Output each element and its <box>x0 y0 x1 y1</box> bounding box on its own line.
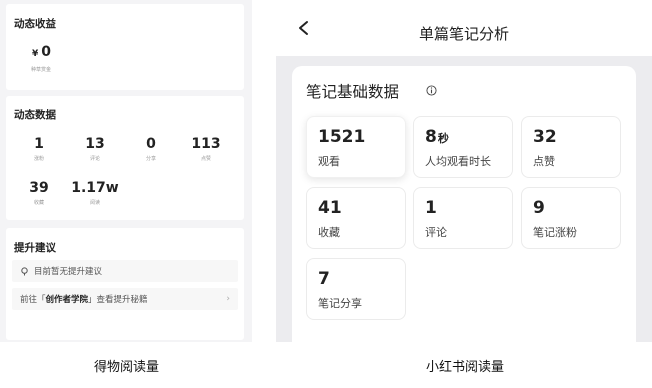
suggestion-tip-row: 目前暂无提升建议 <box>12 260 238 282</box>
left-caption: 得物阅读量 <box>94 360 160 375</box>
stat-reads: 1.17w 阅读 <box>70 180 120 206</box>
metric-label: 笔记分享 <box>318 297 362 310</box>
stat-comments: 13 评论 <box>70 136 120 162</box>
xiaohongshu-panel: 单篇笔记分析 笔记基础数据 1521 观看 8秒 人均观看时长 32 点赞 41… <box>276 0 652 342</box>
metric-label: 收藏 <box>318 226 340 239</box>
metric-value: 1521 <box>318 127 366 147</box>
stat-label: 收藏 <box>33 200 44 206</box>
note-data-panel: 笔记基础数据 1521 观看 8秒 人均观看时长 32 点赞 41 收藏 1 评… <box>292 66 636 342</box>
metric-label: 点赞 <box>533 155 555 168</box>
currency-symbol: ¥ <box>32 49 39 59</box>
metric-tile-views[interactable]: 1521 观看 <box>306 116 406 178</box>
metric-value: 9 <box>533 198 545 218</box>
metric-label: 人均观看时长 <box>425 155 491 168</box>
suggestions-card: 提升建议 目前暂无提升建议 前往「 创作者学院 」查看提升秘籍 › <box>6 228 244 340</box>
stat-label: 分享 <box>145 156 156 162</box>
stat-likes: 113 点赞 <box>181 136 231 162</box>
metric-value: 7 <box>318 269 330 289</box>
metric-value: 1 <box>425 198 437 218</box>
creator-academy-link[interactable]: 前往「 创作者学院 」查看提升秘籍 › <box>12 288 238 310</box>
metric-label: 笔记涨粉 <box>533 226 577 239</box>
stat-value: 1.17w <box>71 180 119 196</box>
suggestion-tip-text: 目前暂无提升建议 <box>34 267 103 277</box>
metric-tile-likes[interactable]: 32 点赞 <box>521 116 621 178</box>
income-value: 0 <box>41 44 52 60</box>
stat-label: 点赞 <box>200 156 211 162</box>
link-prefix: 前往「 <box>20 295 46 305</box>
income-amount: ¥0 <box>32 44 51 60</box>
metric-tile-collects[interactable]: 41 收藏 <box>306 187 406 249</box>
suggestions-title: 提升建议 <box>14 242 56 254</box>
stat-value: 13 <box>85 136 105 152</box>
nav-header: 单篇笔记分析 <box>276 0 652 56</box>
metric-tile-avg-view-time[interactable]: 8秒 人均观看时长 <box>413 116 513 178</box>
metric-tile-comments[interactable]: 1 评论 <box>413 187 513 249</box>
section-title: 笔记基础数据 <box>306 83 400 101</box>
chevron-right-icon: › <box>226 294 230 304</box>
income-card: 动态收益 ¥0 种草赏金 <box>6 4 244 90</box>
stat-fans: 1 涨粉 <box>14 136 64 162</box>
link-suffix: 」查看提升秘籍 <box>88 295 148 305</box>
info-icon[interactable] <box>426 85 437 96</box>
page-title: 单篇笔记分析 <box>418 25 509 43</box>
link-academy-name: 创作者学院 <box>45 295 89 305</box>
right-caption: 小红书阅读量 <box>426 360 505 375</box>
dynamic-data-card: 动态数据 1 涨粉 13 评论 0 分享 113 点赞 39 收藏 1.17w … <box>6 96 244 220</box>
metric-label: 评论 <box>425 226 447 239</box>
stat-value: 39 <box>29 180 49 196</box>
stat-value: 1 <box>34 136 44 152</box>
metric-tile-new-fans[interactable]: 9 笔记涨粉 <box>521 187 621 249</box>
metric-tile-shares[interactable]: 7 笔记分享 <box>306 258 406 320</box>
stat-label: 涨粉 <box>33 156 44 162</box>
metric-value: 41 <box>318 198 342 218</box>
income-sub-label: 种草赏金 <box>31 67 52 73</box>
lightbulb-icon <box>21 266 28 276</box>
metric-unit: 秒 <box>437 132 449 145</box>
income-title: 动态收益 <box>14 18 56 30</box>
stat-label: 评论 <box>89 156 100 162</box>
stat-value: 113 <box>191 136 221 152</box>
stat-collects: 39 收藏 <box>14 180 64 206</box>
stat-label: 阅读 <box>89 200 100 206</box>
dewu-panel: 动态收益 ¥0 种草赏金 动态数据 1 涨粉 13 评论 0 分享 113 点赞… <box>0 0 252 342</box>
metric-value: 8 <box>425 127 437 147</box>
metric-value: 32 <box>533 127 557 147</box>
stat-shares: 0 分享 <box>126 136 176 162</box>
stat-value: 0 <box>146 136 156 152</box>
dynamic-title: 动态数据 <box>14 109 56 121</box>
metric-label: 观看 <box>318 155 340 168</box>
